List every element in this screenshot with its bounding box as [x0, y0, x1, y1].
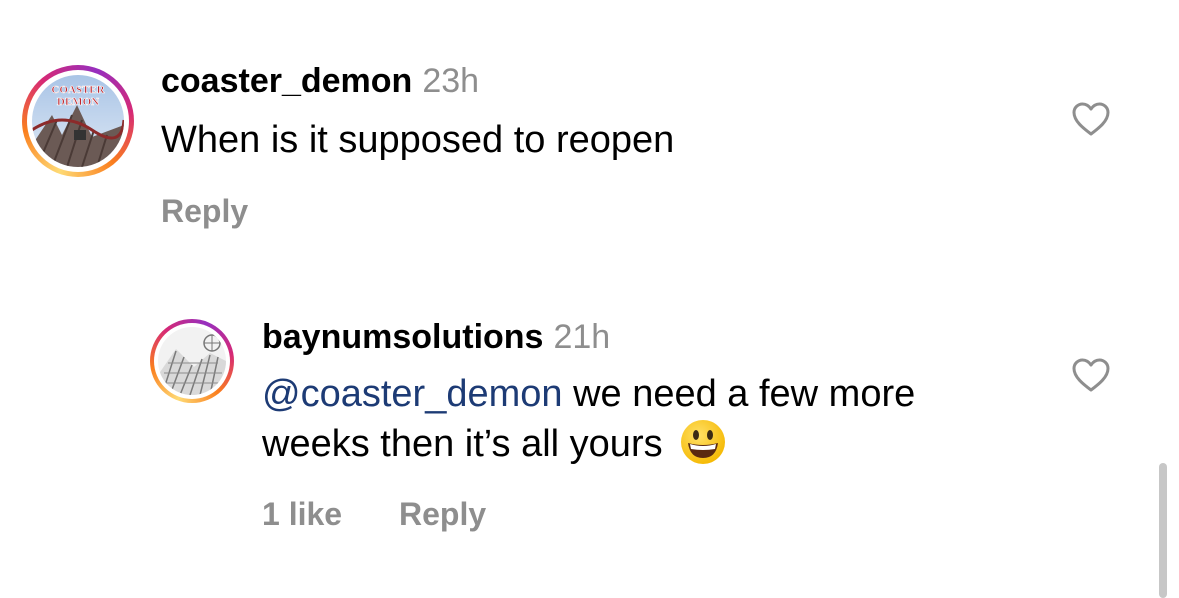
comment-text: When is it supposed to reopen: [161, 119, 675, 161]
scrollbar[interactable]: [1159, 463, 1167, 598]
heart-outline-icon[interactable]: [1071, 357, 1111, 393]
avatar[interactable]: COASTER DEMON: [22, 65, 134, 177]
comments-screen: COASTER DEMON coaster_demon 23h When is i…: [0, 0, 1179, 598]
comment-timestamp: 21h: [553, 318, 611, 356]
avatar-image: [158, 327, 226, 395]
avatar-logo-text: COASTER: [51, 84, 105, 96]
comment-text: @coaster_demon we need a few more weeks …: [262, 373, 916, 465]
avatar[interactable]: [150, 319, 234, 403]
comment-username[interactable]: coaster_demon 23h: [161, 62, 479, 101]
avatar-image: COASTER DEMON: [32, 75, 124, 167]
reply-button[interactable]: Reply: [399, 496, 486, 533]
coaster-photo-icon: COASTER DEMON: [32, 75, 124, 167]
comment-username[interactable]: baynumsolutions 21h: [262, 318, 610, 357]
grinning-face-emoji: [681, 420, 726, 464]
comment-timestamp: 23h: [422, 62, 480, 100]
heart-outline-icon[interactable]: [1071, 101, 1111, 137]
reply-button[interactable]: Reply: [161, 193, 248, 230]
wooden-coaster-photo-icon: [158, 327, 226, 395]
like-count[interactable]: 1 like: [262, 496, 342, 533]
mention-link[interactable]: @coaster_demon: [262, 373, 563, 415]
svg-text:DEMON: DEMON: [57, 96, 99, 108]
